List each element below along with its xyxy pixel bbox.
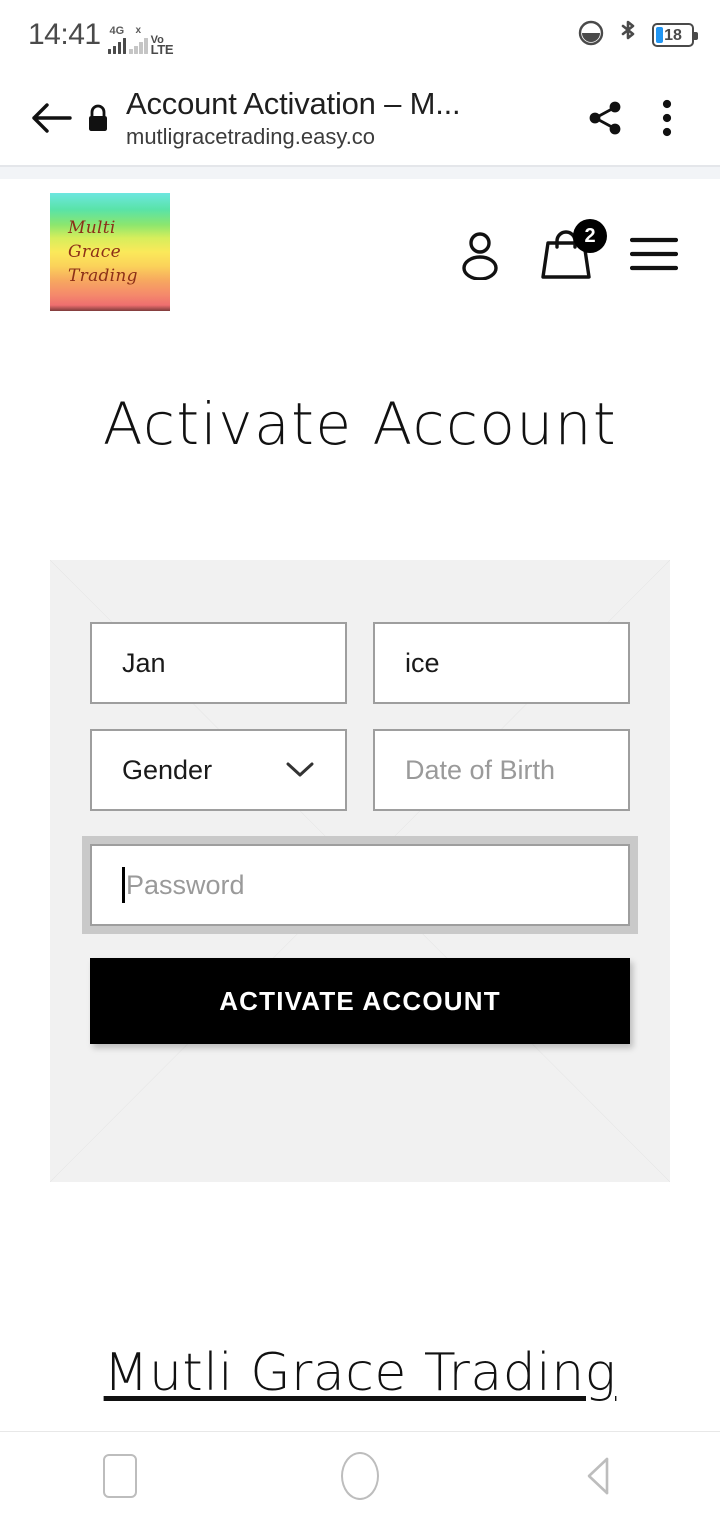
browser-toolbar: Account Activation – M... mutligracetrad… — [0, 70, 720, 165]
back-triangle-icon[interactable] — [540, 1432, 660, 1520]
date-of-birth-input[interactable]: Date of Birth — [373, 729, 630, 811]
text-caret — [122, 867, 125, 903]
hamburger-menu-icon[interactable] — [630, 235, 678, 273]
activate-account-button[interactable]: ACTIVATE ACCOUNT — [90, 958, 630, 1044]
password-focus-ring: Password — [82, 836, 638, 934]
password-input[interactable]: Password — [90, 844, 630, 926]
gender-dob-row: Gender Date of Birth — [90, 729, 630, 811]
name-row: Jan ice — [90, 622, 630, 704]
android-nav-bar — [0, 1432, 720, 1520]
signal-indicators: 4G x Vo LTE — [107, 25, 174, 57]
logo-line-3: Trading — [68, 266, 138, 286]
logo-line-2: Grace — [68, 242, 121, 262]
lock-icon[interactable] — [76, 102, 120, 134]
page-top-band — [0, 167, 720, 179]
signal-sim1: 4G — [107, 25, 127, 54]
status-bar: 14:41 4G x Vo LTE 18 — [0, 0, 720, 70]
status-bar-left: 14:41 4G x Vo LTE — [28, 18, 174, 57]
signal-bars-icon — [107, 37, 127, 54]
password-placeholder: Password — [126, 869, 245, 900]
battery-percent-label: 18 — [664, 26, 682, 44]
phone-screen: 14:41 4G x Vo LTE 18 Account Activation … — [0, 0, 720, 1520]
volte-indicator: Vo LTE — [150, 35, 174, 57]
do-not-disturb-icon — [578, 20, 604, 51]
battery-icon: 18 — [652, 23, 698, 47]
signal-bars-dim-icon — [129, 37, 148, 54]
cart-count-badge: 2 — [573, 219, 607, 253]
no-service-label: x — [135, 25, 142, 36]
volte-bottom-label: LTE — [150, 42, 174, 57]
overflow-menu-icon[interactable] — [636, 87, 698, 149]
network-type-label: 4G — [109, 25, 125, 37]
omnibox[interactable]: Account Activation – M... mutligracetrad… — [120, 85, 574, 151]
bluetooth-icon — [618, 19, 638, 52]
share-icon[interactable] — [574, 87, 636, 149]
back-arrow-icon[interactable] — [26, 93, 76, 143]
gender-select[interactable]: Gender — [90, 729, 347, 811]
site-header: Multi Grace Trading 2 — [0, 179, 720, 329]
status-bar-right: 18 — [578, 19, 698, 52]
site-logo[interactable]: Multi Grace Trading — [50, 193, 170, 311]
activation-form-panel: Jan ice Gender Date of Birth Password AC… — [50, 560, 670, 1182]
chevron-down-icon — [285, 755, 315, 786]
gender-select-value: Gender — [122, 754, 213, 785]
shopping-bag-icon[interactable]: 2 — [538, 219, 607, 280]
last-name-input[interactable]: ice — [373, 622, 630, 704]
footer-site-link[interactable]: Mutli Grace Trading — [0, 1340, 720, 1406]
home-circle-shape — [341, 1452, 379, 1500]
page-heading: Activate Account — [102, 390, 618, 458]
recents-square-icon[interactable] — [60, 1432, 180, 1520]
page-title-text: Account Activation – M... — [126, 85, 461, 121]
recents-square-shape — [103, 1454, 137, 1498]
status-time: 14:41 — [28, 18, 101, 51]
account-person-icon[interactable] — [458, 228, 502, 280]
activation-form: Jan ice Gender Date of Birth Password AC… — [50, 560, 670, 1044]
header-icon-group: 2 — [458, 179, 678, 329]
logo-line-1: Multi — [68, 218, 116, 238]
page-url-text: mutligracetrading.easy.co — [126, 123, 376, 149]
home-circle-icon[interactable] — [300, 1432, 420, 1520]
signal-sim2: x — [129, 26, 148, 54]
first-name-input[interactable]: Jan — [90, 622, 347, 704]
